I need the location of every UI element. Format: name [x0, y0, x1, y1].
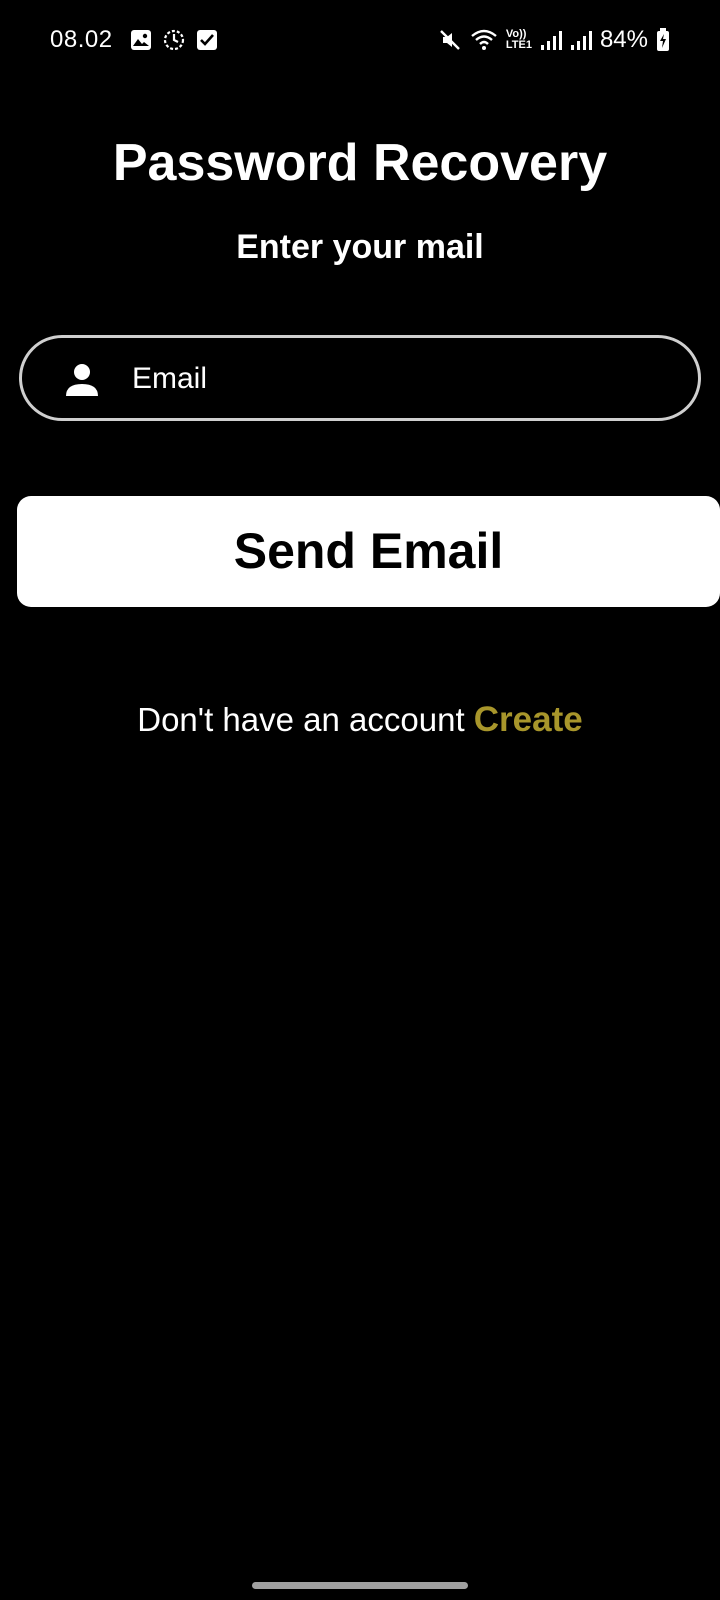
status-bar: 08.02 Vo)) LTE1 84% [0, 0, 720, 80]
email-input[interactable] [130, 352, 674, 406]
status-left-icons [130, 28, 218, 52]
signal-icon [540, 29, 562, 51]
home-indicator[interactable] [252, 1582, 468, 1589]
status-right-icons: Vo)) LTE1 84% [438, 26, 670, 54]
page-subtitle: Enter your mail [236, 228, 484, 266]
email-field[interactable] [19, 335, 701, 421]
signal-icon [570, 29, 592, 51]
page-title: Password Recovery [112, 134, 608, 192]
person-icon [64, 362, 100, 398]
gallery-icon [130, 29, 152, 51]
checkbox-icon [196, 29, 218, 51]
send-email-button[interactable]: Send Email [17, 496, 720, 607]
create-account-link[interactable]: Create [474, 700, 583, 739]
battery-percentage: 84% [599, 26, 648, 53]
status-time: 08.02 [50, 26, 113, 53]
clock-sync-icon [162, 28, 186, 52]
wifi-icon [470, 28, 498, 52]
volte-label: Vo)) LTE1 [505, 28, 532, 51]
battery-charging-icon [656, 28, 670, 52]
account-prompt: Don't have an account Create [0, 700, 720, 740]
account-prompt-text: Don't have an account [137, 701, 474, 738]
mute-icon [438, 28, 462, 52]
